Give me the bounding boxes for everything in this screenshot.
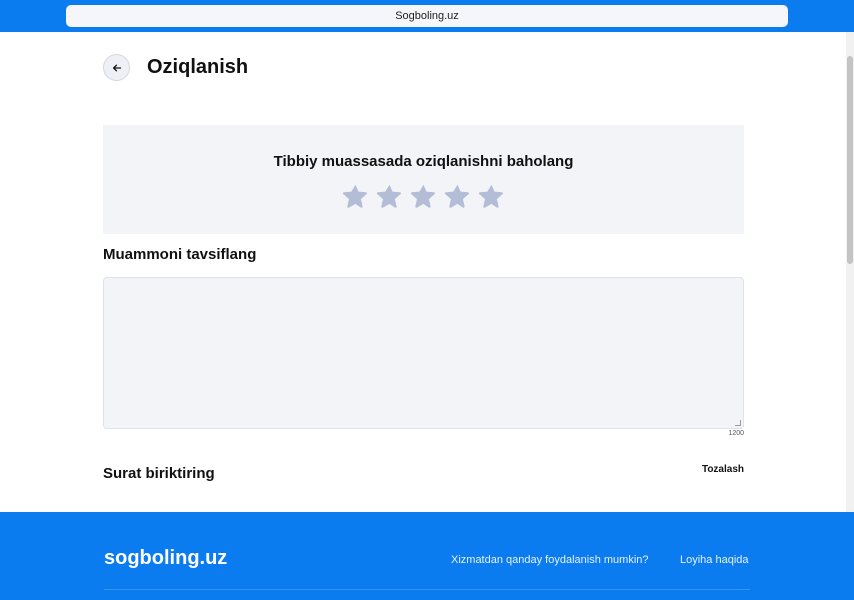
footer: sogboling.uz Xizmatdan qanday foydalanis…	[0, 512, 854, 600]
address-bar-url: Sogboling.uz	[395, 10, 459, 22]
star-icon[interactable]	[376, 182, 403, 209]
back-button[interactable]	[103, 54, 130, 81]
arrow-left-icon	[112, 64, 121, 71]
footer-link-how-to-use[interactable]: Xizmatdan qanday foydalanish mumkin?	[451, 554, 649, 566]
star-icon[interactable]	[410, 182, 437, 209]
footer-link-about[interactable]: Loyiha haqida	[680, 554, 749, 566]
description-textarea[interactable]	[103, 277, 744, 429]
rating-title: Tibbiy muassasada oziqlanishni baholang	[273, 153, 574, 170]
page-title: Oziqlanish	[147, 56, 249, 78]
clear-button[interactable]: Tozalash	[680, 464, 744, 475]
star-icon[interactable]	[478, 182, 505, 209]
scrollbar[interactable]	[846, 32, 854, 512]
address-bar[interactable]: Sogboling.uz	[66, 5, 788, 27]
rating-panel: Tibbiy muassasada oziqlanishni baholang	[103, 125, 744, 234]
page-content: Oziqlanish Tibbiy muassasada oziqlanishn…	[0, 32, 854, 512]
footer-divider	[104, 589, 750, 590]
star-rating[interactable]	[103, 182, 744, 209]
scrollbar-thumb[interactable]	[847, 56, 853, 264]
description-label: Muammoni tavsiflang	[103, 246, 257, 263]
resize-handle[interactable]	[735, 420, 741, 426]
attach-photo-label: Surat biriktiring	[103, 465, 215, 482]
browser-toolbar: Sogboling.uz	[0, 0, 854, 32]
footer-logo[interactable]: sogboling.uz	[104, 547, 227, 570]
star-icon[interactable]	[444, 182, 471, 209]
character-counter: 1200	[728, 430, 744, 437]
star-icon[interactable]	[342, 182, 369, 209]
